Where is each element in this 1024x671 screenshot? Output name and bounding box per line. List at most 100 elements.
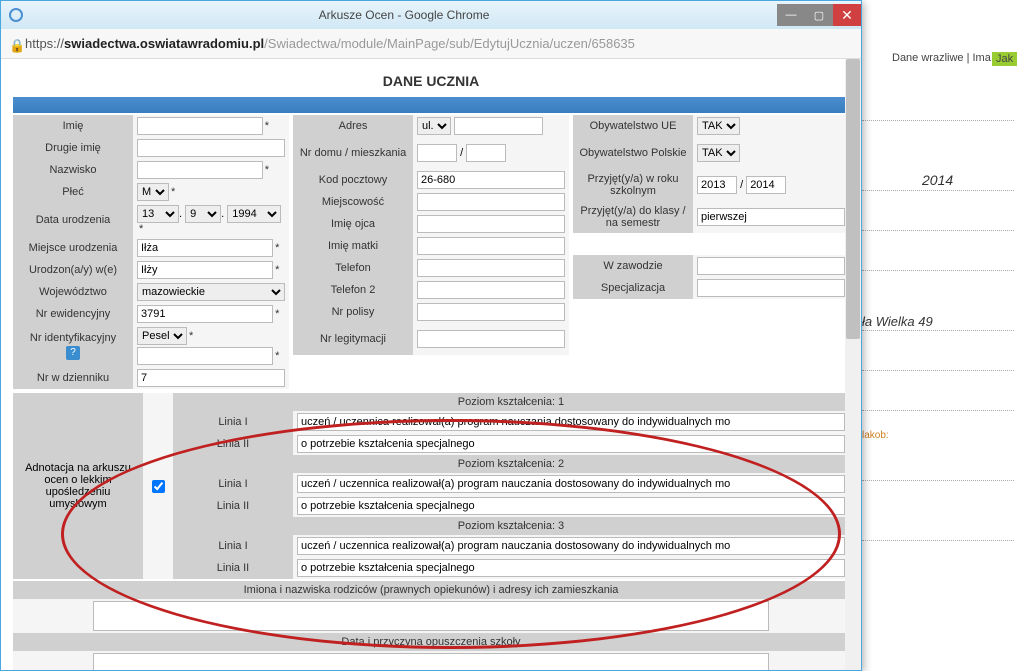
- label-nr-dziennik: Nr w dzienniku: [13, 367, 133, 389]
- bg-year-text: 2014: [922, 172, 953, 188]
- poziom-2-header: Poziom kształcenia: 2: [173, 455, 849, 473]
- page-title: DANE UCZNIA: [13, 65, 849, 97]
- lock-icon: 🔒: [9, 38, 21, 50]
- label-miejsce-urodzenia: Miejsce urodzenia: [13, 237, 133, 259]
- chrome-popup-window: Arkusze Ocen - Google Chrome — ▢ ✕ 🔒 htt…: [0, 0, 862, 671]
- input-rok1[interactable]: [697, 176, 737, 194]
- bg-orange-text: lakob:: [862, 430, 889, 441]
- label-imie: Imię: [13, 115, 133, 137]
- url-scheme: https://: [25, 36, 64, 51]
- label-nr-domu: Nr domu / mieszkania: [293, 137, 413, 169]
- label-kod-pocztowy: Kod pocztowy: [293, 169, 413, 191]
- maximize-button[interactable]: ▢: [805, 4, 833, 26]
- label-drugie-imie: Drugie imię: [13, 137, 133, 159]
- label-p2-linia1: Linia I: [173, 473, 293, 495]
- scrollbar-thumb[interactable]: [846, 59, 860, 339]
- input-telefon2[interactable]: [417, 281, 565, 299]
- select-plec[interactable]: M: [137, 183, 169, 201]
- input-nr-domu2[interactable]: [466, 144, 506, 162]
- label-adres: Adres: [293, 115, 413, 137]
- label-telefon: Telefon: [293, 257, 413, 279]
- input-imie[interactable]: [137, 117, 263, 135]
- input-kod-pocztowy[interactable]: [417, 171, 565, 189]
- label-w-zawodzie: W zawodzie: [573, 255, 693, 277]
- select-ob-ue[interactable]: TAK: [697, 117, 740, 135]
- minimize-button[interactable]: —: [777, 4, 805, 26]
- label-nazwisko: Nazwisko: [13, 159, 133, 181]
- label-nr-legitymacji: Nr legitymacji: [293, 323, 413, 355]
- rodzice-header: Imiona i nazwiska rodziców (prawnych opi…: [13, 581, 849, 599]
- input-p3-linia2[interactable]: [297, 559, 845, 577]
- help-icon[interactable]: ?: [66, 346, 80, 360]
- label-imie-ojca: Imię ojca: [293, 213, 413, 235]
- input-p3-linia1[interactable]: [297, 537, 845, 555]
- input-rodzice[interactable]: [93, 601, 769, 631]
- input-telefon[interactable]: [417, 259, 565, 277]
- label-p1-linia1: Linia I: [173, 411, 293, 433]
- select-adres-typ[interactable]: ul.: [417, 117, 451, 135]
- input-specjalizacja[interactable]: [697, 279, 845, 297]
- input-p2-linia1[interactable]: [297, 475, 845, 493]
- url-host: swiadectwa.oswiatawradomiu.pl: [64, 36, 264, 51]
- input-nr-domu1[interactable]: [417, 144, 457, 162]
- select-dob-month[interactable]: 9: [185, 205, 221, 223]
- label-przyjety-rok: Przyjęt(y/a) w roku szkolnym: [573, 169, 693, 201]
- label-ob-ue: Obywatelstwo UE: [573, 115, 693, 137]
- label-p2-linia2: Linia II: [173, 495, 293, 517]
- input-w-zawodzie[interactable]: [697, 257, 845, 275]
- label-nr-polisy: Nr polisy: [293, 301, 413, 323]
- select-dob-year[interactable]: 1994: [227, 205, 281, 223]
- input-nr-dziennik[interactable]: [137, 369, 285, 387]
- input-p2-linia2[interactable]: [297, 497, 845, 515]
- label-plec: Płeć: [13, 181, 133, 203]
- window-titlebar[interactable]: Arkusze Ocen - Google Chrome — ▢ ✕: [1, 1, 861, 29]
- input-miejscowosc[interactable]: [417, 193, 565, 211]
- label-miejscowosc: Miejscowość: [293, 191, 413, 213]
- close-button[interactable]: ✕: [833, 4, 861, 26]
- label-telefon2: Telefon 2: [293, 279, 413, 301]
- input-p1-linia2[interactable]: [297, 435, 845, 453]
- vertical-scrollbar[interactable]: [845, 59, 861, 670]
- label-p3-linia1: Linia I: [173, 535, 293, 557]
- input-nr-ewidencyjny[interactable]: [137, 305, 273, 323]
- input-rok2[interactable]: [746, 176, 786, 194]
- chrome-icon: [9, 8, 23, 22]
- poziom-3-header: Poziom kształcenia: 3: [173, 517, 849, 535]
- label-przyjety-klasa: Przyjęt(y/a) do klasy / na semestr: [573, 201, 693, 233]
- select-dob-day[interactable]: 13: [137, 205, 179, 223]
- opuszczenie-header: Data i przyczyna opuszczenia szkoły: [13, 633, 849, 651]
- input-klasa[interactable]: [697, 208, 845, 226]
- select-id-type[interactable]: Pesel: [137, 327, 187, 345]
- input-miejsce-urodzenia[interactable]: [137, 239, 273, 257]
- checkbox-adnotacja[interactable]: [152, 480, 165, 493]
- section-bar: [13, 97, 849, 113]
- input-imie-ojca[interactable]: [417, 215, 565, 233]
- bg-tab-1: Dane wrazliwe | Ima...: [892, 52, 1000, 64]
- url-path: /Swiadectwa/module/MainPage/sub/EdytujUc…: [264, 36, 635, 51]
- bg-address-text: ła Wielka 49: [862, 314, 933, 329]
- input-id-value[interactable]: [137, 347, 273, 365]
- input-urodzon[interactable]: [137, 261, 273, 279]
- label-nr-ewidencyjny: Nr ewidencyjny: [13, 303, 133, 325]
- label-p3-linia2: Linia II: [173, 557, 293, 579]
- input-opuszczenie[interactable]: [93, 653, 769, 670]
- select-ob-pl[interactable]: TAK: [697, 144, 740, 162]
- label-imie-matki: Imię matki: [293, 235, 413, 257]
- input-nazwisko[interactable]: [137, 161, 263, 179]
- input-p1-linia1[interactable]: [297, 413, 845, 431]
- label-specjalizacja: Specjalizacja: [573, 277, 693, 299]
- input-nr-polisy[interactable]: [417, 303, 565, 321]
- input-imie-matki[interactable]: [417, 237, 565, 255]
- label-urodzon: Urodzon(a/y) w(e): [13, 259, 133, 281]
- select-wojewodztwo[interactable]: mazowieckie: [137, 283, 285, 301]
- input-drugie-imie[interactable]: [137, 139, 285, 157]
- address-bar[interactable]: 🔒 https://swiadectwa.oswiatawradomiu.pl/…: [1, 29, 861, 59]
- input-nr-legitymacji[interactable]: [417, 330, 565, 348]
- label-p1-linia2: Linia II: [173, 433, 293, 455]
- label-ob-pl: Obywatelstwo Polskie: [573, 137, 693, 169]
- background-window: Dane wrazliwe | Ima... Jak 2014 ła Wielk…: [862, 0, 1024, 671]
- input-adres[interactable]: [454, 117, 543, 135]
- page-content: DANE UCZNIA Imię * Drugie imię Nazwisko …: [1, 59, 861, 670]
- poziom-1-header: Poziom kształcenia: 1: [173, 393, 849, 411]
- window-title: Arkusze Ocen - Google Chrome: [31, 8, 777, 22]
